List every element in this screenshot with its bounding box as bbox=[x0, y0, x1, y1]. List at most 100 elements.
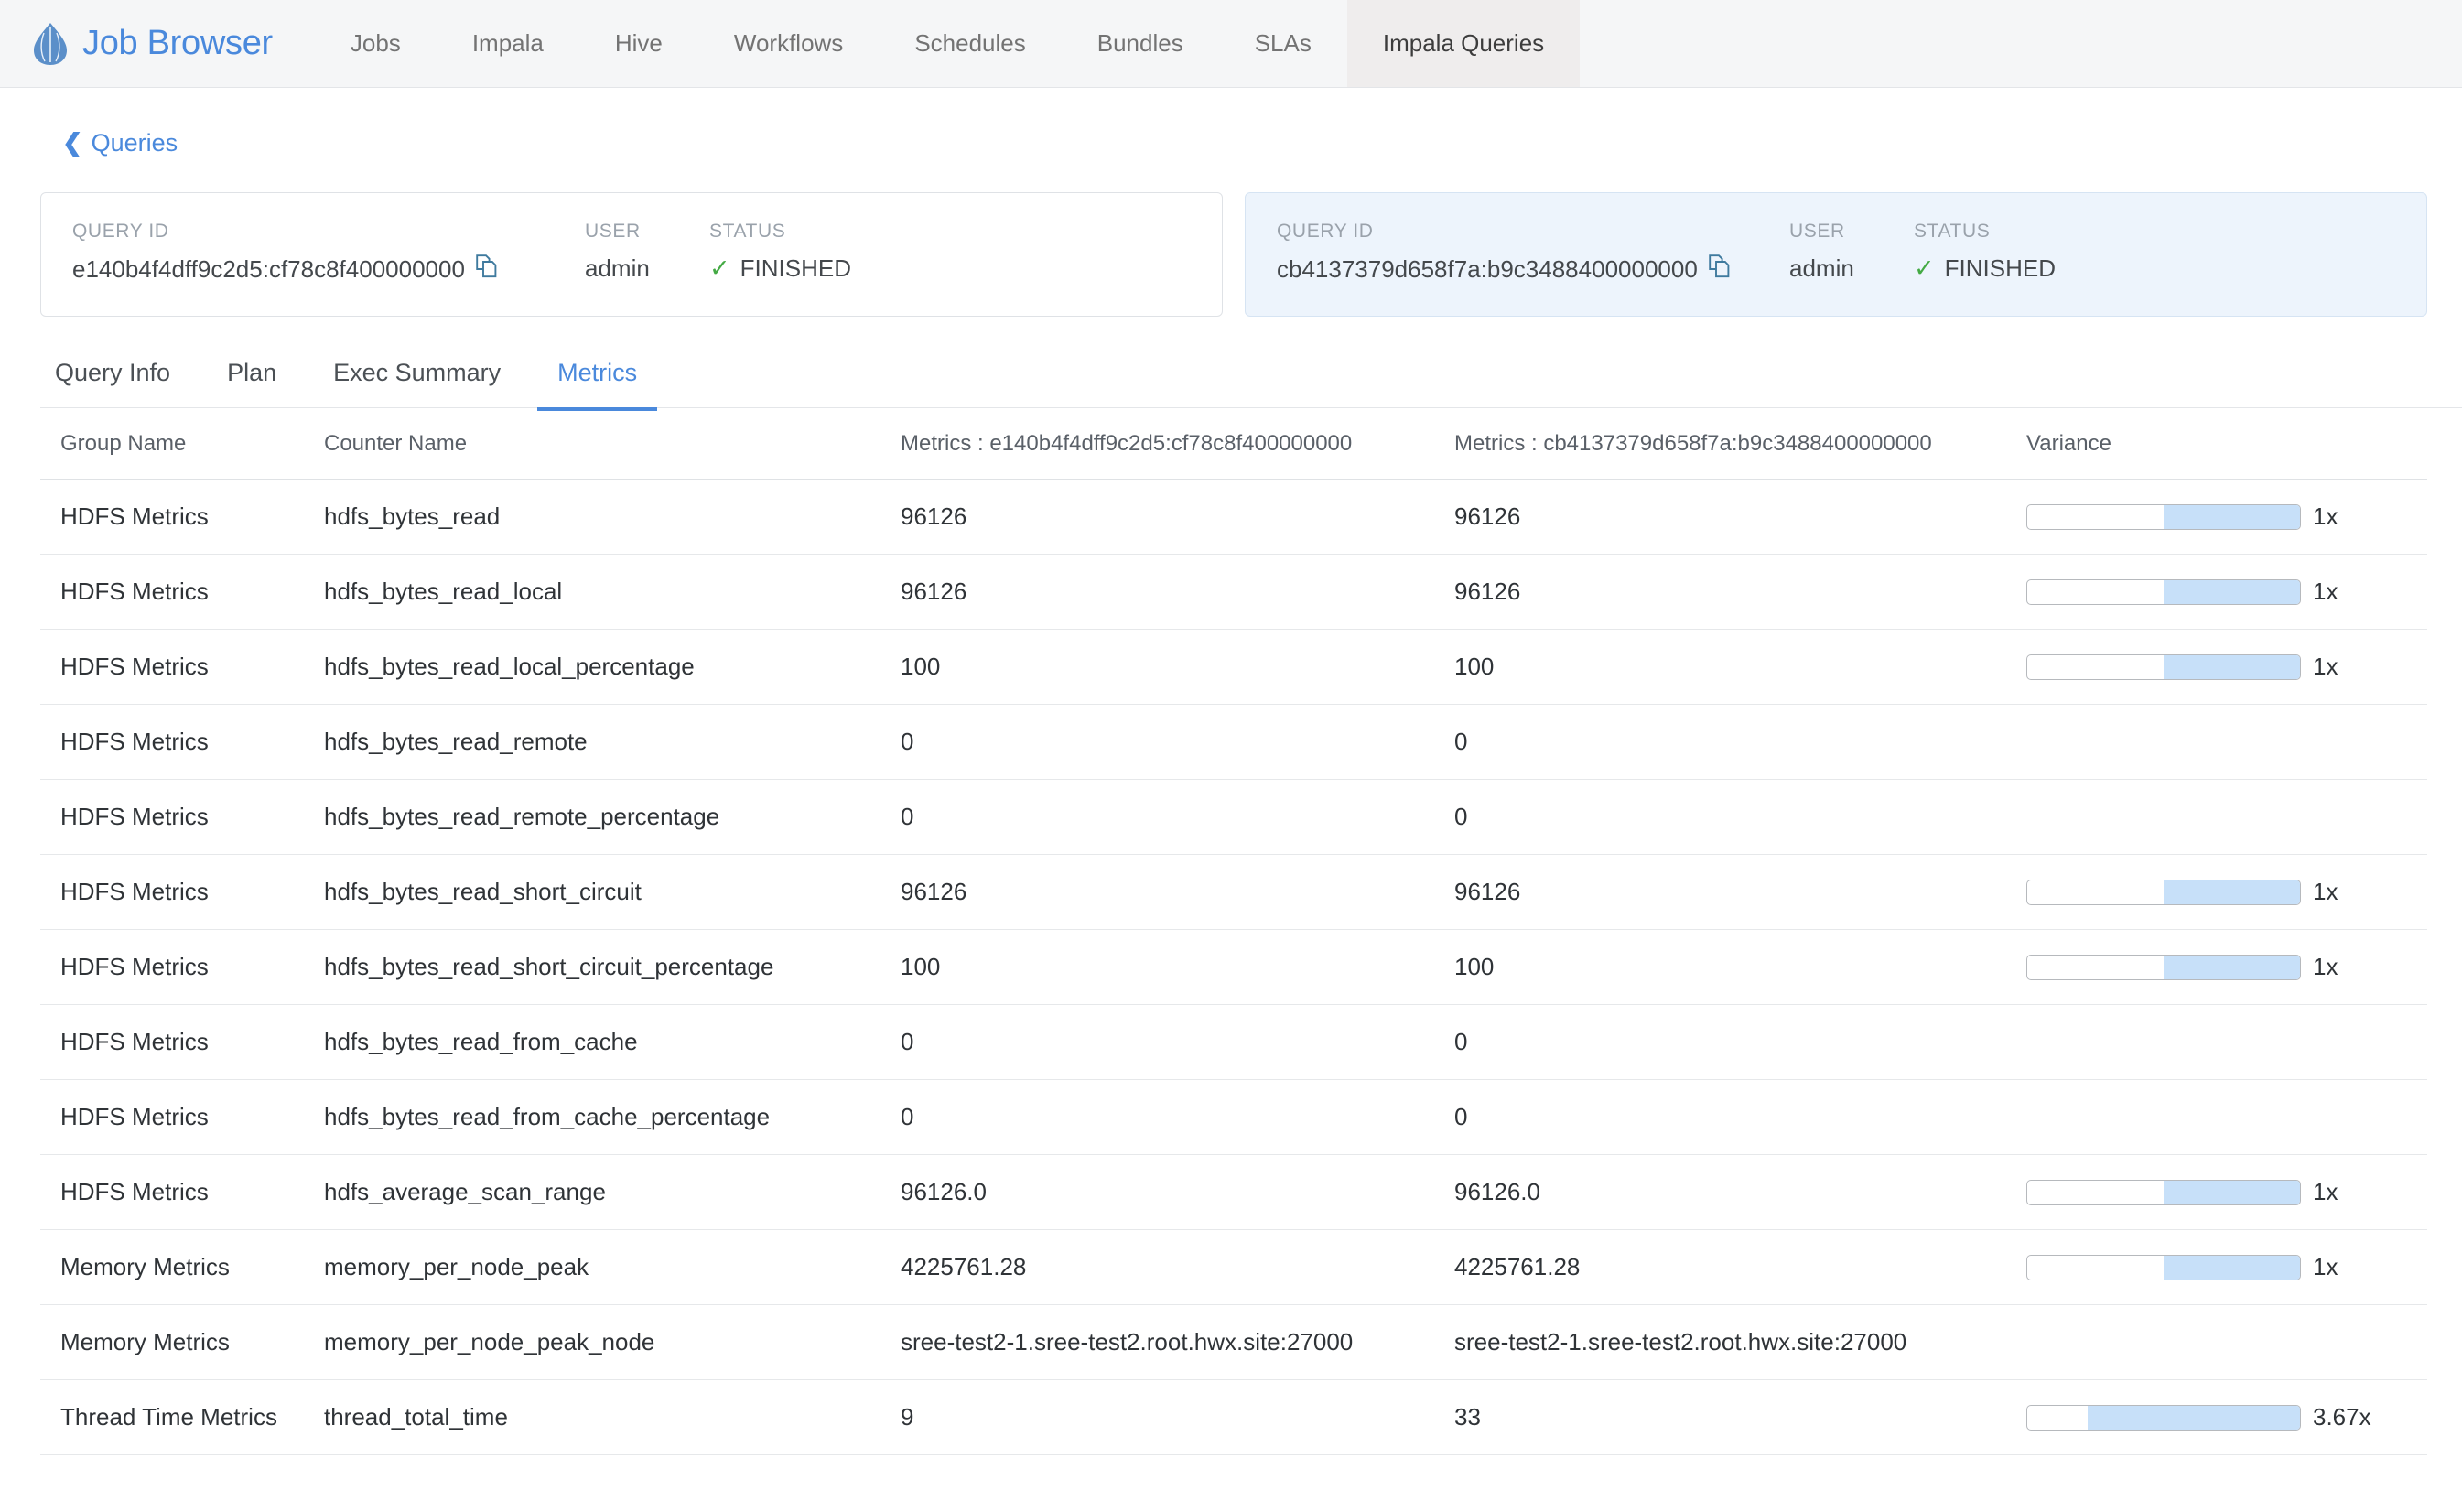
nav-item-impala[interactable]: Impala bbox=[437, 0, 579, 87]
cell-counter: hdfs_bytes_read_from_cache_percentage bbox=[324, 1103, 901, 1131]
cell-group: HDFS Metrics bbox=[40, 1103, 324, 1131]
table-row[interactable]: HDFS Metricshdfs_average_scan_range96126… bbox=[40, 1155, 2427, 1230]
cell-m2: 0 bbox=[1454, 728, 2026, 756]
query-card-2[interactable]: QUERY ID cb4137379d658f7a:b9c34884000000… bbox=[1245, 192, 2427, 317]
column-header-group-name: Group Name bbox=[40, 431, 324, 457]
nav-item-jobs[interactable]: Jobs bbox=[315, 0, 437, 87]
cell-counter: hdfs_bytes_read_local_percentage bbox=[324, 653, 901, 681]
table-body: HDFS Metricshdfs_bytes_read96126961261xH… bbox=[40, 480, 2427, 1455]
column-header-counter-name: Counter Name bbox=[324, 431, 901, 457]
copy-icon[interactable] bbox=[476, 254, 498, 285]
query-cards: QUERY ID e140b4f4dff9c2d5:cf78c8f4000000… bbox=[40, 192, 2427, 317]
cell-m1: 9 bbox=[901, 1403, 1454, 1431]
variance-bar-fill bbox=[2164, 655, 2300, 679]
variance-bar bbox=[2026, 1405, 2301, 1431]
cell-variance: 1x bbox=[2026, 1253, 2427, 1281]
user-field-2: USER admin bbox=[1789, 221, 1914, 283]
cell-counter: hdfs_bytes_read bbox=[324, 502, 901, 531]
variance-bar-fill bbox=[2164, 1256, 2300, 1280]
brand-title: Job Browser bbox=[82, 24, 273, 63]
nav-item-bundles[interactable]: Bundles bbox=[1062, 0, 1219, 87]
variance-bar bbox=[2026, 955, 2301, 980]
cell-counter: hdfs_bytes_read_remote_percentage bbox=[324, 803, 901, 831]
variance-label: 1x bbox=[2313, 653, 2338, 681]
query-card-1[interactable]: QUERY ID e140b4f4dff9c2d5:cf78c8f4000000… bbox=[40, 192, 1223, 317]
cell-m2: 33 bbox=[1454, 1403, 2026, 1431]
table-header-row: Group Name Counter Name Metrics : e140b4… bbox=[40, 408, 2427, 480]
variance-label: 1x bbox=[2313, 1178, 2338, 1206]
table-row[interactable]: HDFS Metricshdfs_bytes_read_from_cache_p… bbox=[40, 1080, 2427, 1155]
column-header-metrics-1: Metrics : e140b4f4dff9c2d5:cf78c8f400000… bbox=[901, 431, 1454, 457]
cell-group: HDFS Metrics bbox=[40, 502, 324, 531]
table-row[interactable]: HDFS Metricshdfs_bytes_read_short_circui… bbox=[40, 855, 2427, 930]
table-row[interactable]: Memory Metricsmemory_per_node_peak 422576… bbox=[40, 1230, 2427, 1305]
table-row[interactable]: HDFS Metricshdfs_bytes_read_short_circui… bbox=[40, 930, 2427, 1005]
cell-m1: 100 bbox=[901, 653, 1454, 681]
cell-m1: 0 bbox=[901, 1103, 1454, 1131]
cell-group: HDFS Metrics bbox=[40, 653, 324, 681]
column-header-variance: Variance bbox=[2026, 431, 2427, 457]
query-id-field-1: QUERY ID e140b4f4dff9c2d5:cf78c8f4000000… bbox=[72, 221, 585, 285]
cell-group: HDFS Metrics bbox=[40, 578, 324, 606]
variance-bar bbox=[2026, 880, 2301, 905]
cell-counter: hdfs_bytes_read_short_circuit bbox=[324, 878, 901, 906]
check-icon: ✓ bbox=[709, 256, 730, 281]
table-row[interactable]: HDFS Metricshdfs_bytes_read_remote00 bbox=[40, 705, 2427, 780]
variance-label: 1x bbox=[2313, 878, 2338, 906]
copy-icon[interactable] bbox=[1709, 254, 1731, 285]
table-row[interactable]: Thread Time Metricsthread_total_time9333… bbox=[40, 1380, 2427, 1455]
cell-group: Memory Metrics bbox=[40, 1253, 324, 1281]
cell-m2: 100 bbox=[1454, 953, 2026, 981]
brand[interactable]: Job Browser bbox=[31, 0, 315, 87]
user-field-1: USER admin bbox=[585, 221, 709, 283]
variance-bar-fill bbox=[2164, 505, 2300, 529]
variance-label: 1x bbox=[2313, 953, 2338, 981]
variance-bar bbox=[2026, 1255, 2301, 1280]
variance-bar-fill bbox=[2164, 956, 2300, 979]
table-row[interactable]: HDFS Metricshdfs_bytes_read_remote_perce… bbox=[40, 780, 2427, 855]
cell-variance: 1x bbox=[2026, 953, 2427, 981]
cell-variance: 3.67x bbox=[2026, 1403, 2427, 1431]
variance-bar-fill bbox=[2088, 1406, 2300, 1430]
query-id-label: QUERY ID bbox=[1277, 221, 1789, 243]
tab-metrics[interactable]: Metrics bbox=[537, 359, 657, 411]
table-row[interactable]: HDFS Metricshdfs_bytes_read_from_cache00 bbox=[40, 1005, 2427, 1080]
nav-item-workflows[interactable]: Workflows bbox=[698, 0, 879, 87]
nav-item-schedules[interactable]: Schedules bbox=[879, 0, 1061, 87]
cell-counter: hdfs_average_scan_range bbox=[324, 1178, 901, 1206]
variance-bar bbox=[2026, 579, 2301, 605]
table-row[interactable]: Memory Metricsmemory_per_node_peak_nodes… bbox=[40, 1305, 2427, 1380]
variance-label: 1x bbox=[2313, 1253, 2338, 1281]
variance-bar bbox=[2026, 504, 2301, 530]
nav-item-impala-queries[interactable]: Impala Queries bbox=[1347, 0, 1580, 87]
cell-m2: sree-test2-1.sree-test2.root.hwx.site:27… bbox=[1454, 1328, 2026, 1356]
status-value-1: FINISHED bbox=[740, 254, 851, 283]
user-value-1: admin bbox=[585, 254, 650, 283]
column-header-metrics-2: Metrics : cb4137379d658f7a:b9c3488400000… bbox=[1454, 431, 2026, 457]
nav-item-slas[interactable]: SLAs bbox=[1219, 0, 1347, 87]
tab-exec-summary[interactable]: Exec Summary bbox=[313, 359, 521, 411]
variance-bar-fill bbox=[2164, 1181, 2300, 1204]
table-row[interactable]: HDFS Metricshdfs_bytes_read96126961261x bbox=[40, 480, 2427, 555]
query-id-label: QUERY ID bbox=[72, 221, 585, 243]
tab-query-info[interactable]: Query Info bbox=[35, 359, 190, 411]
variance-label: 1x bbox=[2313, 502, 2338, 531]
detail-tabs: Query Info Plan Exec Summary Metrics bbox=[40, 355, 2462, 408]
cell-m1: 100 bbox=[901, 953, 1454, 981]
nav-item-hive[interactable]: Hive bbox=[579, 0, 698, 87]
top-navigation-bar: Job Browser Jobs Impala Hive Workflows S… bbox=[0, 0, 2462, 88]
cell-counter: hdfs_bytes_read_remote bbox=[324, 728, 901, 756]
cell-counter: memory_per_node_peak bbox=[324, 1253, 901, 1281]
cell-m2: 0 bbox=[1454, 1103, 2026, 1131]
table-row[interactable]: HDFS Metricshdfs_bytes_read_local_percen… bbox=[40, 630, 2427, 705]
table-row[interactable]: HDFS Metricshdfs_bytes_read_local9612696… bbox=[40, 555, 2427, 630]
user-label: USER bbox=[1789, 221, 1914, 243]
cell-group: Thread Time Metrics bbox=[40, 1403, 324, 1431]
cell-m2: 4225761.28 bbox=[1454, 1253, 2026, 1281]
cell-group: Memory Metrics bbox=[40, 1328, 324, 1356]
cell-group: HDFS Metrics bbox=[40, 803, 324, 831]
back-to-queries-link[interactable]: ❮ Queries bbox=[62, 129, 178, 157]
cell-m2: 0 bbox=[1454, 803, 2026, 831]
cell-m2: 96126 bbox=[1454, 578, 2026, 606]
tab-plan[interactable]: Plan bbox=[207, 359, 297, 411]
